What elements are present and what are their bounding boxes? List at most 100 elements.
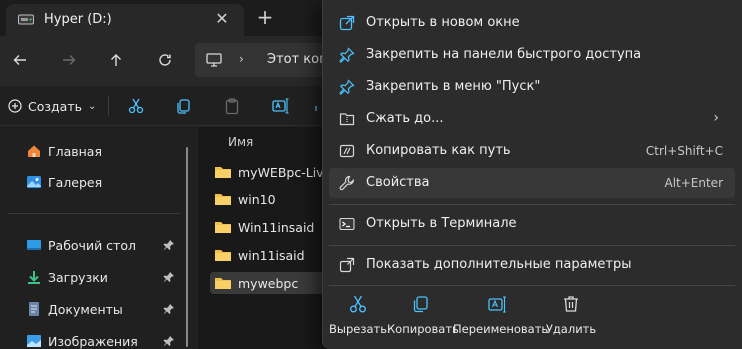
menu-item-properties[interactable]: Свойства Alt+Enter [329, 168, 735, 198]
paste-icon[interactable] [221, 95, 243, 117]
pin-icon[interactable] [163, 271, 175, 283]
sidebar-item-gallery[interactable]: Галерея [26, 172, 102, 192]
create-label: Создать [28, 98, 82, 114]
menu-item-label: Закрепить на панели быстрого доступа [366, 47, 642, 62]
refresh-icon[interactable] [151, 46, 179, 74]
pin-icon [338, 46, 356, 64]
quick-action-copy[interactable]: Копировать [387, 290, 459, 344]
sidebar-item-label: Документы [48, 301, 123, 317]
sidebar-item-desktop[interactable]: Рабочий стол [26, 235, 136, 255]
open-new-window-icon [338, 14, 356, 32]
submenu-chevron-icon: › [713, 110, 719, 126]
new-tab-button[interactable]: + [252, 5, 278, 29]
plus-circle-icon [8, 99, 22, 113]
wrench-icon [338, 174, 356, 192]
menu-item-pin-start[interactable]: Закрепить в меню "Пуск" [329, 72, 735, 102]
copy-path-icon [338, 142, 356, 160]
menu-item-label: Свойства [366, 175, 430, 190]
documents-icon [29, 302, 39, 316]
quick-action-label: Копировать [387, 322, 459, 336]
gallery-icon [27, 176, 41, 188]
sidebar-item-label: Рабочий стол [48, 237, 136, 253]
menu-item-copy-as-path[interactable]: Копировать как путь Ctrl+Shift+C [329, 136, 735, 166]
quick-action-label: Вырезать [329, 322, 387, 336]
sidebar-item-home[interactable]: Главная [26, 141, 102, 161]
create-button[interactable]: Создать ⌄ [8, 94, 96, 118]
folder-icon [215, 278, 231, 289]
pin-icon[interactable] [163, 335, 175, 347]
rename-icon [488, 296, 506, 313]
pictures-icon [27, 335, 41, 347]
rename-icon[interactable] [269, 95, 291, 117]
forward-arrow-icon[interactable] [55, 46, 83, 74]
sidebar-item-downloads[interactable]: Загрузки [26, 267, 108, 287]
menu-item-label: Сжать до... [366, 111, 444, 126]
menu-item-open-new-window[interactable]: Открыть в новом окне [329, 8, 735, 38]
tab-title: Hyper (D:) [44, 12, 112, 27]
file-name: mywebpc [238, 275, 299, 291]
sidebar-item-label: Галерея [48, 174, 103, 190]
breadcrumb-chevron-icon[interactable]: › [239, 52, 244, 66]
folder-icon [215, 222, 231, 233]
terminal-icon [338, 215, 356, 233]
navigation-pane: Главная Галерея Рабочий стол Загрузки До… [0, 127, 198, 349]
menu-item-label: Показать дополнительные параметры [366, 257, 632, 272]
file-explorer-window: Hyper (D:) ✕ + › Этот ком Создать ⌄ Глав… [0, 0, 742, 349]
menu-separator [329, 285, 735, 286]
sidebar-scrollbar[interactable] [186, 147, 188, 347]
sidebar-item-documents[interactable]: Документы [26, 299, 123, 319]
more-options-icon [338, 256, 356, 274]
menu-separator [329, 245, 735, 246]
cut-icon [350, 295, 366, 313]
menu-item-label: Копировать как путь [366, 143, 511, 158]
cut-icon[interactable] [125, 95, 147, 117]
menu-item-pin-quick-access[interactable]: Закрепить на панели быстрого доступа [329, 40, 735, 70]
list-item[interactable]: Win11insaid [214, 216, 314, 238]
context-menu: Открыть в новом окне Закрепить на панели… [322, 0, 742, 349]
menu-item-label: Закрепить в меню "Пуск" [366, 79, 541, 94]
downloads-icon [28, 271, 40, 284]
column-header-name[interactable]: Имя [228, 135, 253, 149]
up-arrow-icon[interactable] [102, 46, 130, 74]
zip-icon [338, 110, 356, 128]
copy-icon[interactable] [172, 95, 194, 117]
copy-icon [413, 296, 428, 313]
folder-icon [215, 250, 231, 261]
sidebar-item-pictures[interactable]: Изображения [26, 331, 138, 349]
back-arrow-icon[interactable] [6, 46, 34, 74]
create-chevron-icon: ⌄ [87, 100, 97, 112]
command-separator [108, 96, 109, 116]
menu-item-shortcut: Alt+Enter [664, 176, 723, 190]
this-pc-icon [206, 53, 222, 67]
folder-icon [215, 167, 231, 178]
pin-icon[interactable] [163, 303, 175, 315]
pin-icon[interactable] [163, 239, 175, 251]
desktop-icon [27, 240, 41, 250]
quick-action-label: Переименовать [453, 322, 549, 336]
file-name: Win11insaid [238, 219, 315, 235]
menu-item-show-more-options[interactable]: Показать дополнительные параметры [329, 250, 735, 280]
menu-item-shortcut: Ctrl+Shift+C [645, 144, 723, 158]
pin-start-icon [338, 78, 356, 96]
menu-item-label: Открыть в Терминале [366, 216, 517, 231]
drive-icon [18, 14, 34, 25]
quick-action-cut[interactable]: Вырезать [329, 290, 387, 344]
quick-action-delete[interactable]: Удалить [541, 290, 601, 344]
sidebar-divider [8, 213, 180, 214]
home-icon [28, 145, 40, 157]
folder-icon [215, 194, 231, 205]
menu-item-label: Открыть в новом окне [366, 15, 520, 30]
list-item[interactable]: win11isaid [214, 244, 305, 266]
menu-item-open-terminal[interactable]: Открыть в Терминале [329, 209, 735, 239]
file-name: win11isaid [238, 247, 305, 263]
menu-separator [329, 204, 735, 205]
list-item[interactable]: win10 [214, 188, 276, 210]
tab-close-icon[interactable]: ✕ [212, 9, 232, 29]
tab-hyper-drive[interactable]: Hyper (D:) ✕ [6, 4, 244, 36]
quick-action-label: Удалить [545, 322, 597, 336]
breadcrumb-this-pc[interactable]: Этот ком [267, 52, 329, 67]
quick-action-rename[interactable]: Переименовать [453, 290, 549, 344]
delete-icon [564, 296, 578, 312]
sidebar-item-label: Загрузки [48, 269, 108, 285]
menu-item-compress[interactable]: Сжать до... › [329, 104, 735, 134]
